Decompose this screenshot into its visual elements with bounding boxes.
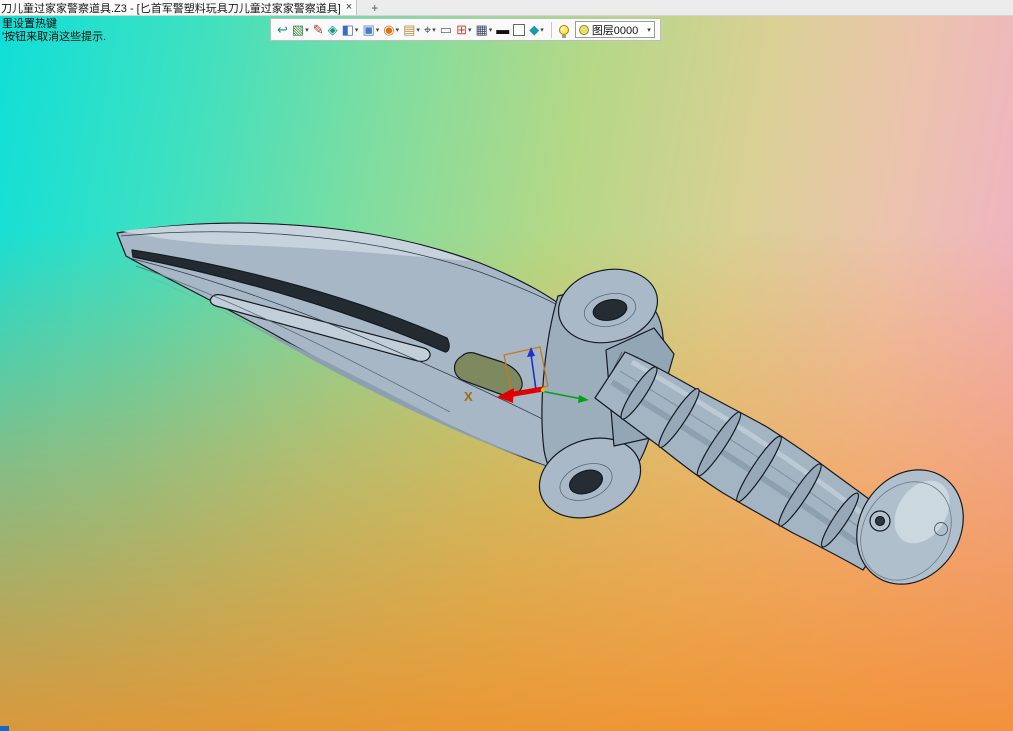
tab-bar: 刀儿童过家家警察道具.Z3 - [匕首军警塑料玩具刀儿童过家家警察道具] × + <box>0 0 1013 16</box>
line-width-icon-glyph: ▬ <box>496 22 510 37</box>
view-cube-icon[interactable]: ◧ ▾ <box>341 20 360 39</box>
render-mode-icon-glyph: ▧ <box>291 22 305 37</box>
model-canvas: X <box>116 222 985 604</box>
white-swatch-icon[interactable] <box>512 20 526 39</box>
dropdown-caret[interactable]: ▾ <box>376 26 380 34</box>
dagger-model[interactable] <box>116 222 985 604</box>
dagger-handle[interactable] <box>594 351 898 571</box>
tab-title: 刀儿童过家家警察道具.Z3 - [匕首军警塑料玩具刀儿童过家家警察道具] <box>1 2 341 15</box>
lightbulb-icon <box>558 24 569 38</box>
rotate-view-icon[interactable]: ◉ ▾ <box>382 20 400 39</box>
locate-icon[interactable]: ⌖ ▾ <box>423 20 437 39</box>
iso-view-icon-glyph: ◈ <box>327 22 338 37</box>
x-axis-label: X <box>464 389 473 404</box>
iso-view-icon[interactable]: ◈ <box>327 20 339 39</box>
sketch-pen-icon-glyph: ✎ <box>312 22 324 37</box>
view-toolbar: ↩ ▧ ▾ ✎ ◈ ◧ ▾ ▣ ▾ ◉ ▾ ▤ ▾ ⌖ ▾ ▭ ⊞ ▾ ▦ ▾ ▬ ◆ ▾ 图层0… <box>270 18 661 41</box>
dropdown-caret[interactable]: ▾ <box>432 26 436 34</box>
exit-icon-glyph: ↩ <box>277 22 288 37</box>
toolbar-separator <box>550 21 552 38</box>
layer-selector[interactable]: 图层0000 ▾ <box>574 21 655 38</box>
panel-icon-glyph: ▤ <box>403 22 416 37</box>
rotate-view-icon-glyph: ◉ <box>383 22 395 37</box>
window-mode-icon[interactable]: ▣ ▾ <box>361 20 380 39</box>
dropdown-caret[interactable]: ▾ <box>396 26 400 34</box>
dropdown-caret[interactable]: ▾ <box>468 26 472 34</box>
document-tab[interactable]: 刀儿童过家家警察道具.Z3 - [匕首军警塑料玩具刀儿童过家家警察道具] × <box>0 0 358 15</box>
render-mode-icon[interactable]: ▧ ▾ <box>291 20 310 39</box>
surface-shape-icon[interactable]: ◆ ▾ <box>528 20 545 39</box>
layer-name-label: 图层0000 <box>591 24 639 37</box>
view-cube-icon-glyph: ◧ <box>341 22 354 37</box>
section-view-icon[interactable]: ⊞ ▾ <box>455 20 472 39</box>
locate-icon-glyph: ⌖ <box>423 22 432 37</box>
new-tab-button[interactable]: + <box>371 2 378 14</box>
dagger-blade[interactable] <box>116 222 567 469</box>
sketch-pen-icon[interactable]: ✎ <box>312 20 325 39</box>
white-swatch-icon-glyph <box>513 23 526 36</box>
taskbar-sliver <box>0 726 9 731</box>
dropdown-caret[interactable]: ▾ <box>416 26 420 34</box>
dropdown-caret[interactable]: ▾ <box>355 26 359 34</box>
line-width-icon[interactable]: ▬ <box>495 20 510 39</box>
select-rect-icon[interactable]: ▭ <box>439 20 453 39</box>
select-rect-icon-glyph: ▭ <box>439 22 453 37</box>
section-view-icon-glyph: ⊞ <box>456 22 467 37</box>
panel-icon[interactable]: ▤ ▾ <box>402 20 421 39</box>
hint-line-2: '按钮来取消这些提示. <box>2 31 107 43</box>
dagger-pommel[interactable] <box>835 449 985 604</box>
surface-shape-icon-glyph: ◆ <box>529 22 540 37</box>
layer-bulb-icon[interactable] <box>558 20 570 39</box>
exit-icon[interactable]: ↩ <box>276 20 289 39</box>
display-mode-icon-glyph: ▦ <box>475 22 488 37</box>
dropdown-caret[interactable]: ▾ <box>489 26 493 34</box>
layer-color-swatch-icon <box>578 24 589 35</box>
display-mode-icon[interactable]: ▦ ▾ <box>474 20 493 39</box>
hint-line-1: 里设置热键 <box>2 18 57 30</box>
dropdown-caret[interactable]: ▾ <box>305 26 309 34</box>
hint-text: 里设置热键 '按钮来取消这些提示. <box>2 18 106 44</box>
layer-dropdown-caret[interactable]: ▾ <box>647 26 651 34</box>
dropdown-caret[interactable]: ▾ <box>540 26 544 34</box>
tab-close-icon[interactable]: × <box>346 2 352 13</box>
window-mode-icon-glyph: ▣ <box>362 22 375 37</box>
